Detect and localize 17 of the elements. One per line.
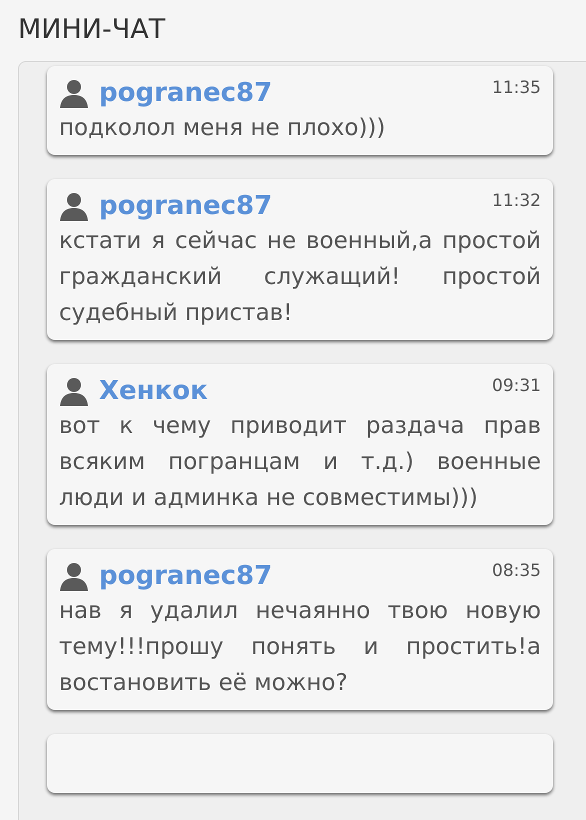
message-time: 11:35 — [492, 77, 541, 98]
message-time: 11:32 — [492, 190, 541, 211]
chat-title: МИНИ-ЧАТ — [17, 13, 166, 47]
username-link[interactable]: pogranec87 — [99, 78, 272, 108]
user-icon — [59, 561, 89, 591]
username-link[interactable]: Хенкок — [99, 376, 208, 406]
user-icon — [59, 78, 89, 108]
message-text: кстати я сейчас не военный,а простой гражданский служащий! простой судебный пристав! — [59, 227, 541, 328]
username-link[interactable]: pogranec87 — [99, 191, 272, 221]
message-text: нав я удалил нечаянно твою новую тему!!!прошу понять и простить!а востановить её можно? — [59, 597, 541, 698]
user-icon — [59, 376, 89, 406]
message-text: вот к чему приводит раздача прав всяким погранцам и т.д.) военные люди и админка не совместимы))) — [59, 412, 541, 513]
username-link[interactable]: pogranec87 — [99, 561, 272, 591]
user-icon — [59, 191, 89, 221]
message-time: 08:35 — [492, 560, 541, 581]
message-time: 09:31 — [492, 375, 541, 396]
message-text: подколол меня не плохо))) — [59, 114, 386, 143]
